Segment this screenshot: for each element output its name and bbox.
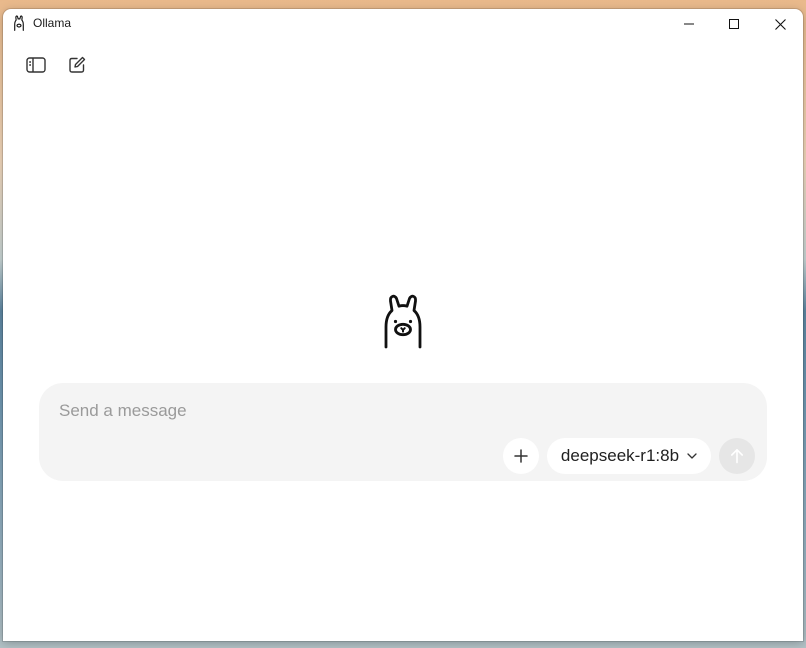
message-composer: deepseek-r1:8b <box>39 383 767 481</box>
ollama-logo-icon <box>379 293 427 349</box>
model-selector[interactable]: deepseek-r1:8b <box>547 438 711 474</box>
title-bar[interactable]: Ollama <box>3 9 803 39</box>
plus-icon <box>514 449 528 463</box>
app-window: Ollama Send a message deepseek-r1:8b <box>3 9 803 641</box>
close-icon <box>774 18 786 30</box>
maximize-icon <box>729 19 739 29</box>
window-title: Ollama <box>33 16 72 30</box>
close-button[interactable] <box>757 9 803 39</box>
sidebar-toggle-button[interactable] <box>23 53 49 77</box>
minimize-button[interactable] <box>666 9 712 39</box>
model-name: deepseek-r1:8b <box>560 446 680 465</box>
add-attachment-button[interactable] <box>503 438 539 474</box>
send-button[interactable] <box>719 438 755 474</box>
new-chat-button[interactable] <box>64 53 90 77</box>
message-input[interactable] <box>59 397 659 425</box>
chevron-down-icon <box>687 453 697 459</box>
maximize-button[interactable] <box>711 9 757 39</box>
llama-icon <box>12 15 26 31</box>
sidebar-toggle-icon <box>26 57 46 73</box>
minimize-icon <box>684 23 694 25</box>
arrow-up-icon <box>731 448 743 464</box>
new-chat-icon <box>69 56 86 73</box>
